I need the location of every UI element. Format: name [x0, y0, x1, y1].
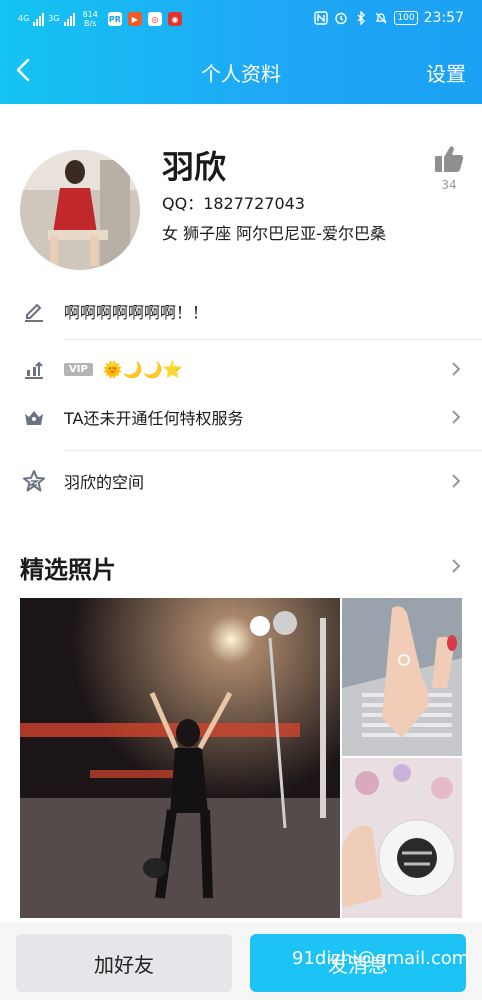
level-up-icon — [25, 361, 43, 379]
profile-name: 羽欣 — [162, 148, 227, 186]
signature-row: 啊啊啊啊啊啊啊！！ — [0, 296, 482, 326]
chevron-right-icon — [452, 474, 461, 488]
weibo-icon: ◉ — [167, 12, 182, 26]
qzone-text: 羽欣的空间 — [64, 473, 145, 492]
vip-level-group: VIP 🌞🌙🌙⭐ — [64, 360, 182, 379]
nav-bar: 个人资料 设置 — [0, 44, 482, 100]
signal-icon — [63, 12, 75, 26]
like-count: 34 — [441, 178, 457, 192]
thumbs-up-icon — [435, 146, 464, 172]
chevron-right-icon — [452, 410, 461, 424]
avatar[interactable] — [20, 150, 140, 270]
edit-pencil-icon — [25, 303, 43, 322]
net-speed: 814 B/s — [83, 10, 98, 28]
divider — [64, 339, 482, 340]
crown-icon — [25, 411, 43, 425]
app-notification-icon: PR — [107, 12, 122, 26]
status-left: 4G 3G 814 B/s PR ▶ ◎ ◉ — [18, 10, 182, 28]
chevron-right-icon — [452, 362, 461, 376]
settings-button[interactable]: 设置 — [426, 58, 466, 87]
signature-text: 啊啊啊啊啊啊啊！！ — [64, 303, 209, 322]
watermark-text: 91dizhi@gmail.com — [292, 948, 470, 969]
privilege-row[interactable]: TA还未开通任何特权服务 — [0, 402, 482, 432]
featured-photos-title: 精选照片 — [20, 556, 116, 584]
bluetooth-icon — [357, 11, 366, 25]
status-right: 100 23:57 — [314, 10, 464, 26]
privilege-text: TA还未开通任何特权服务 — [64, 409, 244, 428]
news-app-icon: ◎ — [147, 12, 162, 26]
net-speed-value: 814 — [82, 10, 98, 19]
like-button[interactable]: 34 — [430, 144, 468, 192]
speaker-photo — [342, 758, 462, 918]
vip-badge: VIP — [64, 362, 93, 376]
add-friend-button[interactable]: 加好友 — [16, 934, 232, 992]
featured-photo-main[interactable] — [20, 598, 340, 918]
qzone-star-icon — [23, 470, 45, 492]
battery-indicator: 100 — [394, 11, 418, 25]
hand-ring-photo — [342, 598, 462, 756]
divider — [64, 450, 482, 451]
photo-grid — [20, 598, 462, 918]
night-street-photo — [20, 598, 340, 918]
qzone-row[interactable]: 羽欣的空间 — [0, 466, 482, 496]
featured-photo-ring[interactable] — [342, 598, 462, 756]
header: 4G 3G 814 B/s PR ▶ ◎ ◉ 100 23:57 个人资料 设置 — [0, 0, 482, 104]
page-title: 个人资料 — [201, 62, 281, 86]
profile-info: 女 狮子座 阿尔巴尼亚-爱尔巴桑 — [162, 224, 386, 243]
mute-icon — [375, 12, 387, 24]
vip-row[interactable]: VIP 🌞🌙🌙⭐ — [0, 354, 482, 384]
qq-level-icons: 🌞🌙🌙⭐ — [102, 359, 183, 379]
chevron-right-icon[interactable] — [450, 557, 462, 575]
qq-number: QQ：1827727043 — [162, 194, 305, 213]
net-speed-unit: B/s — [84, 19, 97, 28]
featured-photo-speaker[interactable] — [342, 758, 462, 918]
sim2-label: 3G — [48, 14, 60, 23]
signal-icon — [33, 12, 45, 26]
avatar-photo — [20, 150, 140, 270]
nfc-icon — [314, 11, 329, 25]
alarm-icon — [335, 12, 348, 25]
sim1-label: 4G — [18, 14, 30, 23]
status-bar: 4G 3G 814 B/s PR ▶ ◎ ◉ 100 23:57 — [0, 0, 482, 38]
clock: 23:57 — [423, 10, 464, 26]
video-app-icon: ▶ — [127, 12, 142, 26]
